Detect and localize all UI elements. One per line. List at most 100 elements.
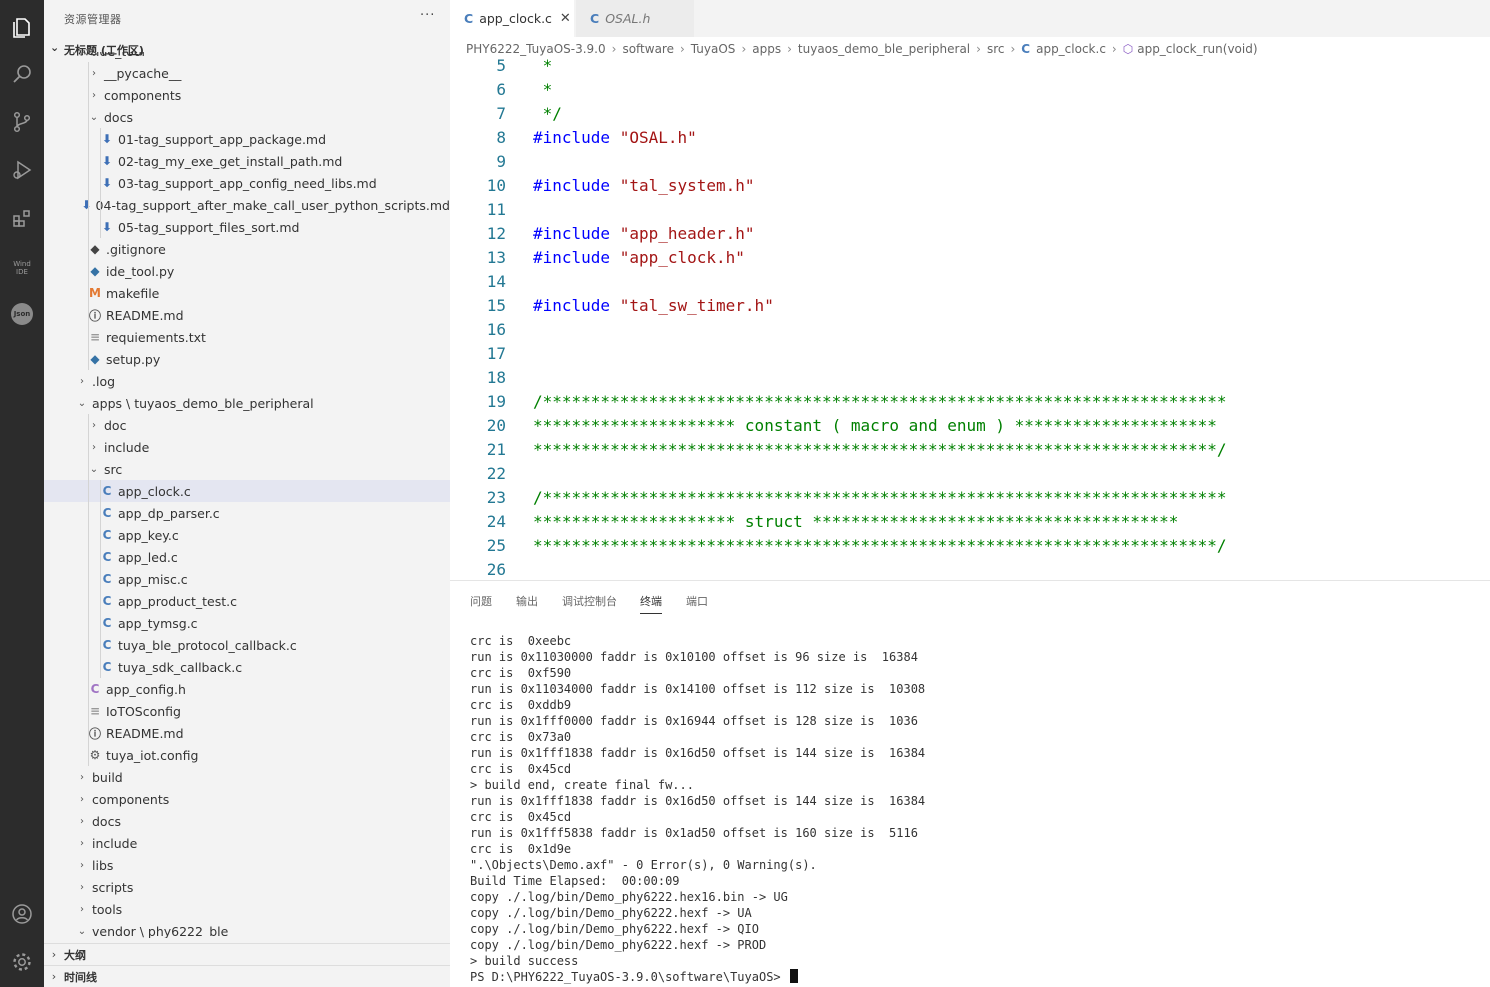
code-text: #include "app_clock.h" (533, 248, 745, 267)
chevron-right-icon: › (92, 89, 96, 101)
tree-file[interactable]: Capp_clock.c (44, 480, 450, 502)
tree-folder[interactable]: ⌄ docs (44, 106, 450, 128)
tree-item-label: .log (92, 373, 116, 389)
terminal-output[interactable]: crc is 0xeebc run is 0x11030000 faddr is … (470, 633, 1480, 985)
tree-file[interactable]: Capp_dp_parser.c (44, 502, 450, 524)
extensions-icon[interactable] (0, 198, 44, 238)
breadcrumb-item[interactable]: app_clock_run(void) (1137, 42, 1257, 56)
tree-file[interactable]: ≡ requiements.txt (44, 326, 450, 348)
tree-file[interactable]: ⓘ README.md (44, 722, 450, 744)
tree-folder[interactable]: ⌄ vendor \ phy6222_ble (44, 920, 450, 939)
wind-ide-icon[interactable]: Wind IDE (0, 248, 44, 288)
outline-section[interactable]: › 大纲 (44, 943, 450, 965)
tab-osal[interactable]: C OSAL.h (576, 0, 694, 37)
tree-folder[interactable]: ⌄ apps \ tuyaos_demo_ble_peripheral (44, 392, 450, 414)
code-text: * (533, 58, 553, 75)
tree-file[interactable]: ⬇ 01-tag_support_app_package.md (44, 128, 450, 150)
tab-debug-console[interactable]: 调试控制台 (562, 593, 617, 609)
search-icon[interactable] (0, 54, 44, 94)
chevron-right-icon: › (92, 441, 96, 453)
breadcrumb-item[interactable]: apps (752, 42, 781, 56)
tree-file[interactable]: Capp_product_test.c (44, 590, 450, 612)
run-debug-icon[interactable] (0, 150, 44, 190)
breadcrumb-item[interactable]: src (987, 42, 1005, 56)
tree-file[interactable]: ≡ IoTOSconfig (44, 700, 450, 722)
breadcrumb-item[interactable]: app_clock.c (1036, 42, 1106, 56)
indent-guide (88, 700, 89, 722)
chevron-right-icon: › (611, 42, 617, 56)
tree-file[interactable]: Ctuya_ble_protocol_callback.c (44, 634, 450, 656)
json-icon[interactable]: Json (0, 294, 44, 334)
tree-file[interactable]: ⬇ 02-tag_my_exe_get_install_path.md (44, 150, 450, 172)
tree-file[interactable]: Capp_tymsg.c (44, 612, 450, 634)
activity-bar: Wind IDE Json (0, 0, 44, 987)
tab-terminal[interactable]: 终端 (640, 593, 662, 614)
breadcrumb-item[interactable]: software (622, 42, 674, 56)
tree-item-label: src (104, 461, 123, 477)
c-file-icon: C (102, 660, 112, 674)
line-number: 23 (486, 488, 506, 507)
tree-folder[interactable]: › .log (44, 370, 450, 392)
tree-folder[interactable]: › build (44, 766, 450, 788)
tree-item-label: README.md (106, 725, 184, 741)
tree-file[interactable]: Ctuya_sdk_callback.c (44, 656, 450, 678)
tree-folder[interactable]: › doc (44, 414, 450, 436)
code-line: 19 /*************************************… (450, 392, 1490, 416)
tree-file[interactable]: ⬇ 05-tag_support_files_sort.md (44, 216, 450, 238)
timeline-section[interactable]: › 时间线 (44, 965, 450, 987)
tree-file[interactable]: ⬇ 04-tag_support_after_make_call_user_pyt… (44, 194, 450, 216)
tree-file[interactable]: ⓘ README.md (44, 304, 450, 326)
tab-ports[interactable]: 端口 (686, 593, 708, 609)
tree-item-label: README.md (106, 307, 184, 323)
tree-file[interactable]: ◆ .gitignore (44, 238, 450, 260)
tree-folder[interactable]: › scripts (44, 876, 450, 898)
tree-item-label: 04-tag_support_after_make_call_user_pyth… (95, 197, 450, 213)
tree-folder[interactable]: › tools (44, 898, 450, 920)
code-line: 17 (450, 344, 1490, 368)
tab-problems[interactable]: 问题 (470, 593, 492, 609)
tree-folder[interactable]: ⌄ .ide_tool (44, 52, 450, 62)
settings-gear-icon[interactable] (0, 942, 44, 982)
tree-folder[interactable]: › libs (44, 854, 450, 876)
breadcrumb-item[interactable]: PHY6222_TuyaOS-3.9.0 (466, 42, 606, 56)
tree-item-label: app_tymsg.c (118, 615, 198, 631)
function-icon: ⬡ (1122, 42, 1134, 56)
tree-file[interactable]: Mmakefile (44, 282, 450, 304)
python-icon: ◆ (90, 352, 100, 366)
tab-app-clock[interactable]: C app_clock.c ✕ (450, 0, 574, 37)
tree-file[interactable]: ⚙ tuya_iot.config (44, 744, 450, 766)
tree-folder[interactable]: › include (44, 436, 450, 458)
indent-guide (100, 150, 101, 172)
tree-folder[interactable]: › components (44, 788, 450, 810)
tree-folder[interactable]: › include (44, 832, 450, 854)
tree-file[interactable]: Capp_key.c (44, 524, 450, 546)
breadcrumb-item[interactable]: tuyaos_demo_ble_peripheral (798, 42, 970, 56)
indent-guide (100, 590, 101, 612)
account-icon[interactable] (0, 894, 44, 934)
chevron-down-icon: ⌄ (76, 52, 88, 57)
c-file-icon: C (590, 11, 600, 26)
tree-file[interactable]: Capp_config.h (44, 678, 450, 700)
chevron-down-icon: ⌄ (77, 925, 87, 937)
tree-folder[interactable]: › docs (44, 810, 450, 832)
tree-file[interactable]: ◆ ide_tool.py (44, 260, 450, 282)
tree-file[interactable]: Capp_misc.c (44, 568, 450, 590)
tab-output[interactable]: 输出 (516, 593, 538, 609)
code-line: 11 (450, 200, 1490, 224)
close-icon[interactable]: ✕ (560, 11, 571, 26)
tree-file[interactable]: Capp_led.c (44, 546, 450, 568)
tree-folder[interactable]: › __pycache__ (44, 62, 450, 84)
tree-file[interactable]: ◆ setup.py (44, 348, 450, 370)
tab-label: app_clock.c (479, 11, 552, 26)
code-editor[interactable]: 5 * 6 * 7 */8 #include "OSAL.h" 9 10 #include … (450, 58, 1490, 580)
tree-folder[interactable]: › components (44, 84, 450, 106)
more-actions-icon[interactable]: ··· (420, 8, 435, 23)
chevron-right-icon: › (80, 815, 84, 827)
source-control-icon[interactable] (0, 102, 44, 142)
c-file-icon: C (102, 506, 112, 520)
tree-file[interactable]: ⬇ 03-tag_support_app_config_need_libs.md (44, 172, 450, 194)
breadcrumb-item[interactable]: TuyaOS (691, 42, 736, 56)
tree-folder[interactable]: ⌄ src (44, 458, 450, 480)
files-icon[interactable] (0, 8, 44, 48)
line-number: 24 (486, 512, 506, 531)
